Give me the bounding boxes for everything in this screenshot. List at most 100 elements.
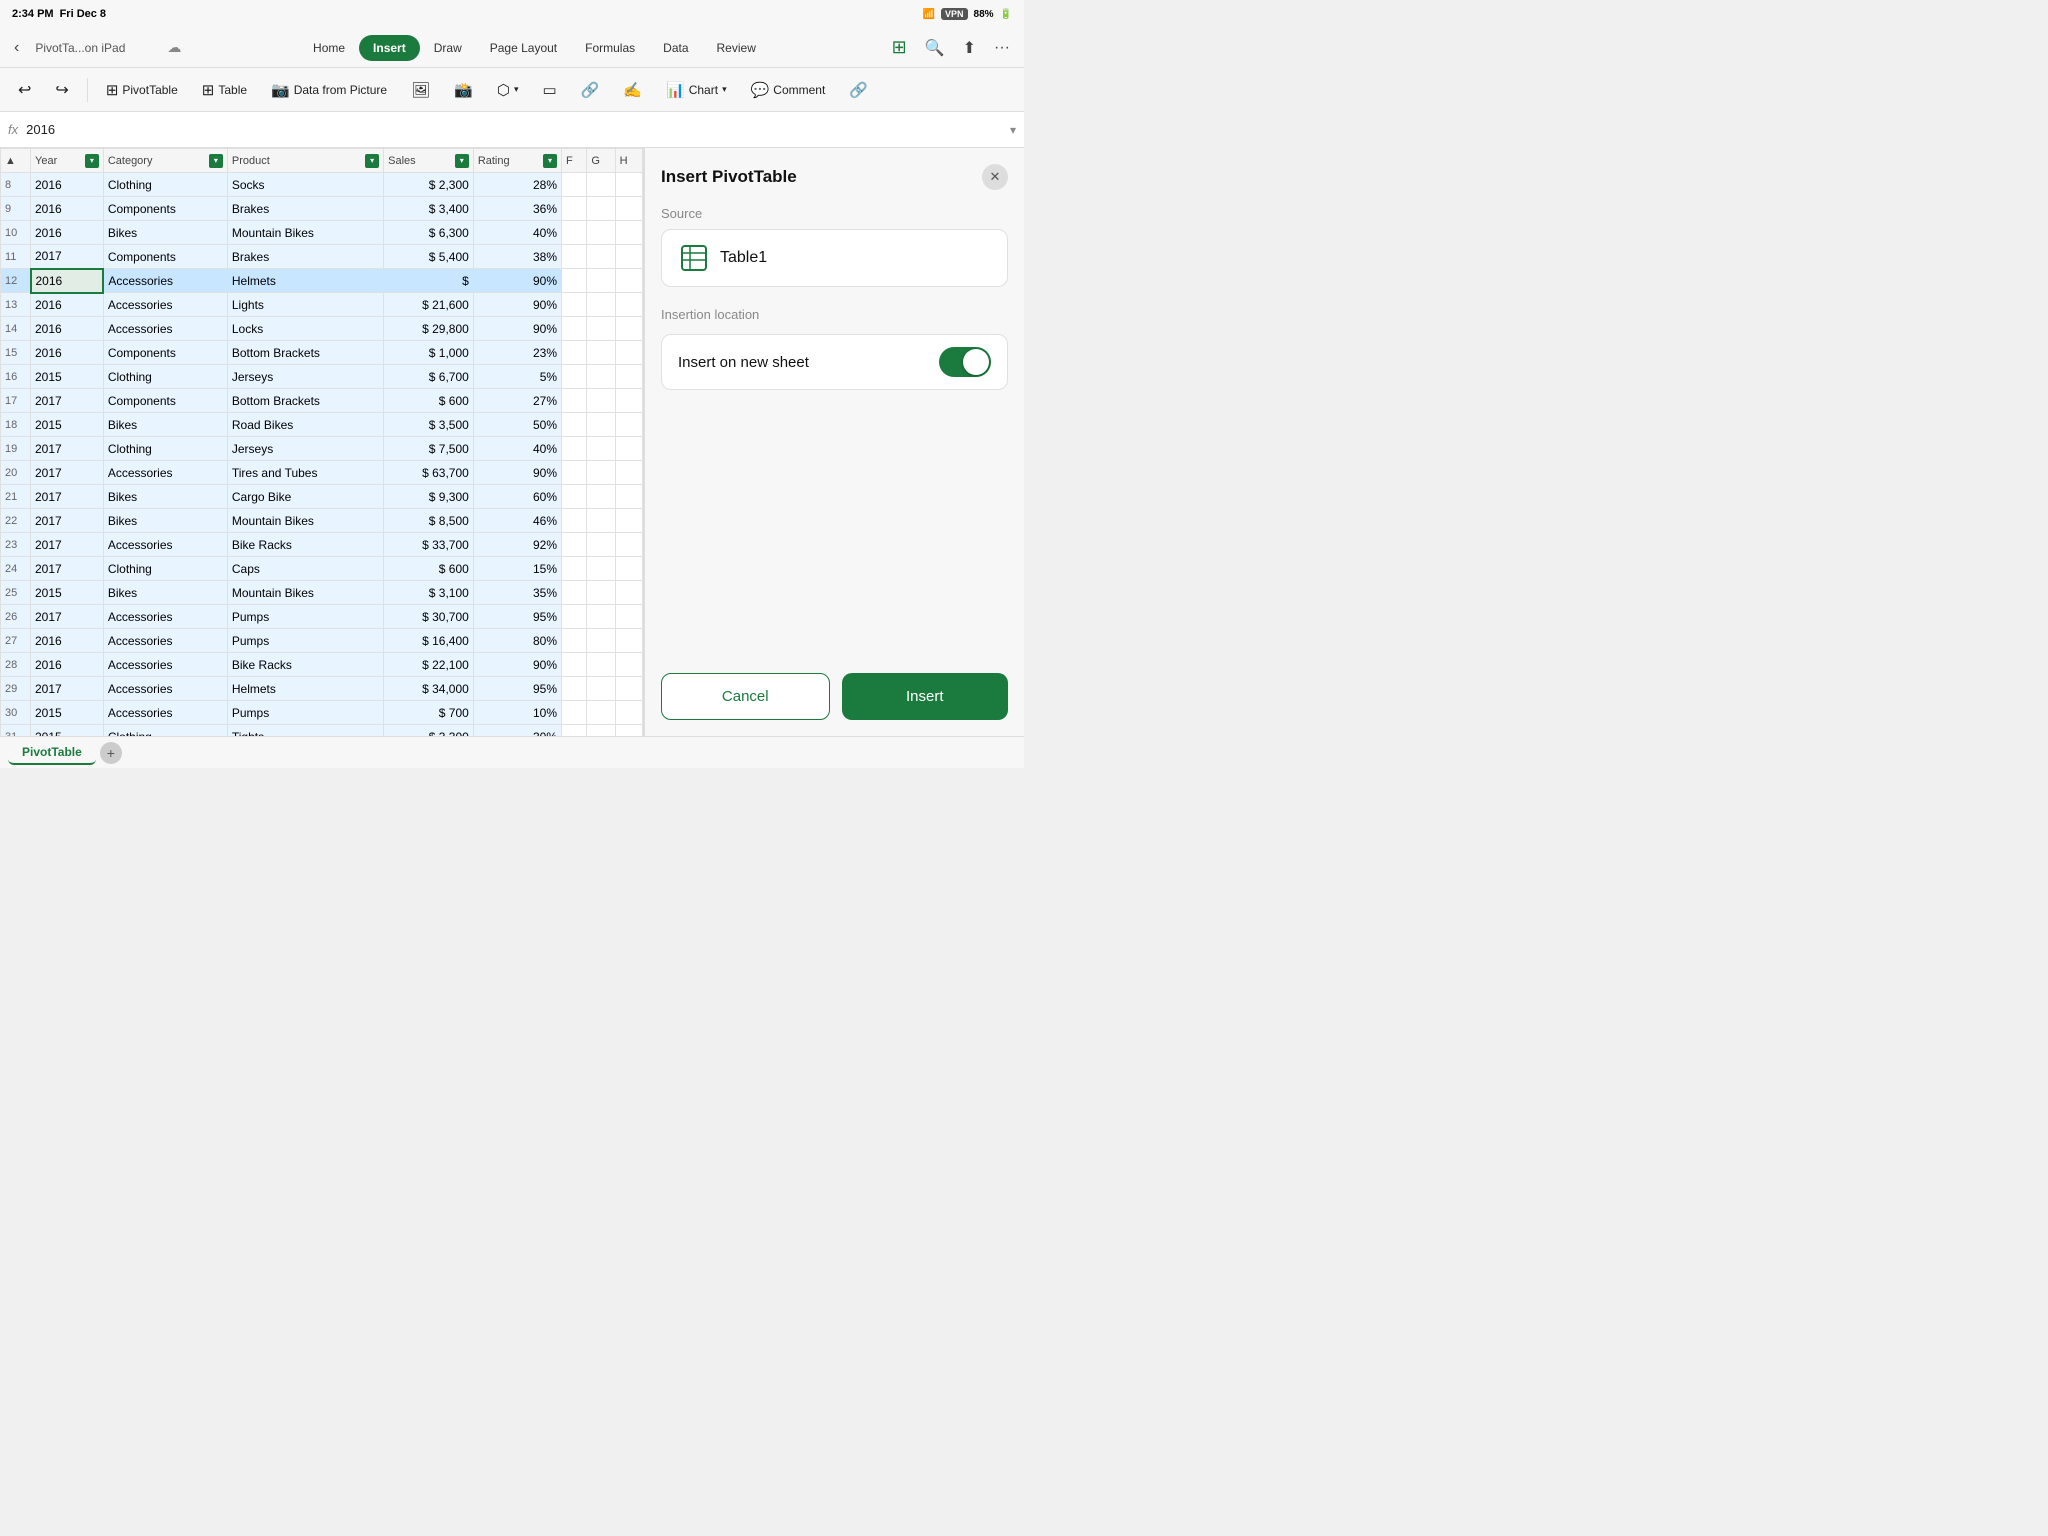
cell-year[interactable]: 2017 xyxy=(31,605,104,629)
excel-icon[interactable]: ⊞ xyxy=(888,35,911,60)
col-header-rating[interactable]: Rating ▾ xyxy=(473,149,561,173)
cell-product[interactable]: Bottom Brackets xyxy=(227,341,383,365)
tab-insert[interactable]: Insert xyxy=(359,35,420,61)
cell-sales[interactable]: $ 700 xyxy=(384,701,474,725)
pivot-table-button[interactable]: ⊞ PivotTable xyxy=(96,77,188,103)
cell-rating[interactable]: 90% xyxy=(473,317,561,341)
rating-filter-btn[interactable]: ▾ xyxy=(543,154,557,168)
cell-year[interactable]: 2016 xyxy=(31,221,104,245)
col-header-sales[interactable]: Sales ▾ xyxy=(384,149,474,173)
chart-button[interactable]: 📊 Chart ▾ xyxy=(656,77,737,103)
tab-home[interactable]: Home xyxy=(299,35,359,61)
cell-year[interactable]: 2016 xyxy=(31,317,104,341)
cell-product[interactable]: Pumps xyxy=(227,701,383,725)
cell-year[interactable]: 2017 xyxy=(31,437,104,461)
cell-sales[interactable]: $ 7,500 xyxy=(384,437,474,461)
cell-sales[interactable]: $ 29,800 xyxy=(384,317,474,341)
table-row[interactable]: 202017AccessoriesTires and Tubes$ 63,700… xyxy=(1,461,643,485)
cell-rating[interactable]: 50% xyxy=(473,413,561,437)
cell-product[interactable]: Locks xyxy=(227,317,383,341)
cell-rating[interactable]: 10% xyxy=(473,701,561,725)
table-row[interactable]: 92016ComponentsBrakes$ 3,40036% xyxy=(1,197,643,221)
cell-sales[interactable]: $ 33,700 xyxy=(384,533,474,557)
cell-rating[interactable]: 5% xyxy=(473,365,561,389)
cell-year[interactable]: 2015 xyxy=(31,413,104,437)
insert-on-new-sheet-toggle[interactable] xyxy=(939,347,991,377)
undo-button[interactable]: ↩ xyxy=(8,76,41,104)
cell-sales[interactable]: $ 63,700 xyxy=(384,461,474,485)
signature-button[interactable]: ✍ xyxy=(613,77,652,103)
table-row[interactable]: 252015BikesMountain Bikes$ 3,10035% xyxy=(1,581,643,605)
cell-rating[interactable]: 95% xyxy=(473,605,561,629)
cell-year[interactable]: 2017 xyxy=(31,461,104,485)
cell-product[interactable]: Jerseys xyxy=(227,365,383,389)
cell-product[interactable]: Mountain Bikes xyxy=(227,221,383,245)
pictures-button[interactable]: 🖼 xyxy=(401,77,440,103)
cell-sales[interactable]: $ 8,500 xyxy=(384,509,474,533)
more-button[interactable]: ··· xyxy=(990,37,1014,59)
insert-button[interactable]: Insert xyxy=(842,673,1009,720)
cell-year[interactable]: 2015 xyxy=(31,581,104,605)
cell-category[interactable]: Clothing xyxy=(103,365,227,389)
cell-product[interactable]: Cargo Bike xyxy=(227,485,383,509)
cell-year[interactable]: 2016 xyxy=(31,269,104,293)
table-row[interactable]: 312015ClothingTights$ 3,30030% xyxy=(1,725,643,737)
cell-year[interactable]: 2017 xyxy=(31,677,104,701)
cell-sales[interactable]: $ 3,500 xyxy=(384,413,474,437)
cell-product[interactable]: Helmets xyxy=(227,269,383,293)
cell-rating[interactable]: 95% xyxy=(473,677,561,701)
tab-formulas[interactable]: Formulas xyxy=(571,35,649,61)
cell-category[interactable]: Bikes xyxy=(103,221,227,245)
cancel-button[interactable]: Cancel xyxy=(661,673,830,720)
cell-sales[interactable]: $ 9,300 xyxy=(384,485,474,509)
cell-rating[interactable]: 90% xyxy=(473,269,561,293)
cell-rating[interactable]: 28% xyxy=(473,173,561,197)
cell-year[interactable]: 2017 xyxy=(31,533,104,557)
cell-category[interactable]: Bikes xyxy=(103,413,227,437)
link-button[interactable]: 🔗 xyxy=(571,77,610,103)
cell-rating[interactable]: 27% xyxy=(473,389,561,413)
cell-category[interactable]: Clothing xyxy=(103,557,227,581)
cell-rating[interactable]: 90% xyxy=(473,653,561,677)
cell-rating[interactable]: 60% xyxy=(473,485,561,509)
cell-year[interactable]: 2017 xyxy=(31,557,104,581)
cell-sales[interactable]: $ 6,700 xyxy=(384,365,474,389)
table-row[interactable]: 82016ClothingSocks$ 2,30028% xyxy=(1,173,643,197)
search-button[interactable]: 🔍 xyxy=(921,36,949,60)
col-header-category[interactable]: Category ▾ xyxy=(103,149,227,173)
table-row[interactable]: 162015ClothingJerseys$ 6,7005% xyxy=(1,365,643,389)
cell-rating[interactable]: 90% xyxy=(473,293,561,317)
cell-year[interactable]: 2015 xyxy=(31,701,104,725)
cell-category[interactable]: Clothing xyxy=(103,437,227,461)
cell-category[interactable]: Components xyxy=(103,245,227,269)
cell-category[interactable]: Clothing xyxy=(103,173,227,197)
cell-sales[interactable]: $ 600 xyxy=(384,389,474,413)
cell-product[interactable]: Pumps xyxy=(227,605,383,629)
table-row[interactable]: 272016AccessoriesPumps$ 16,40080% xyxy=(1,629,643,653)
cell-product[interactable]: Tires and Tubes xyxy=(227,461,383,485)
table-row[interactable]: 102016BikesMountain Bikes$ 6,30040% xyxy=(1,221,643,245)
table-row[interactable]: 122016AccessoriesHelmets$90% xyxy=(1,269,643,293)
table-row[interactable]: 232017AccessoriesBike Racks$ 33,70092% xyxy=(1,533,643,557)
table-row[interactable]: 292017AccessoriesHelmets$ 34,00095% xyxy=(1,677,643,701)
cell-year[interactable]: 2017 xyxy=(31,389,104,413)
cell-rating[interactable]: 36% xyxy=(473,197,561,221)
cell-sales[interactable]: $ 16,400 xyxy=(384,629,474,653)
cell-product[interactable]: Bike Racks xyxy=(227,533,383,557)
cell-year[interactable]: 2016 xyxy=(31,653,104,677)
tab-draw[interactable]: Draw xyxy=(420,35,476,61)
year-filter-btn[interactable]: ▾ xyxy=(85,154,99,168)
cell-sales[interactable]: $ 600 xyxy=(384,557,474,581)
tab-data[interactable]: Data xyxy=(649,35,702,61)
table-row[interactable]: 132016AccessoriesLights$ 21,60090% xyxy=(1,293,643,317)
cell-sales[interactable]: $ 3,300 xyxy=(384,725,474,737)
cell-rating[interactable]: 35% xyxy=(473,581,561,605)
cell-sales[interactable]: $ 30,700 xyxy=(384,605,474,629)
text-box-button[interactable]: ▭ xyxy=(532,77,566,103)
cell-year[interactable]: 2016 xyxy=(31,197,104,221)
back-button[interactable]: ‹ xyxy=(10,37,23,59)
cell-product[interactable]: Bottom Brackets xyxy=(227,389,383,413)
cell-category[interactable]: Components xyxy=(103,341,227,365)
cell-sales[interactable]: $ xyxy=(384,269,474,293)
cell-category[interactable]: Accessories xyxy=(103,317,227,341)
